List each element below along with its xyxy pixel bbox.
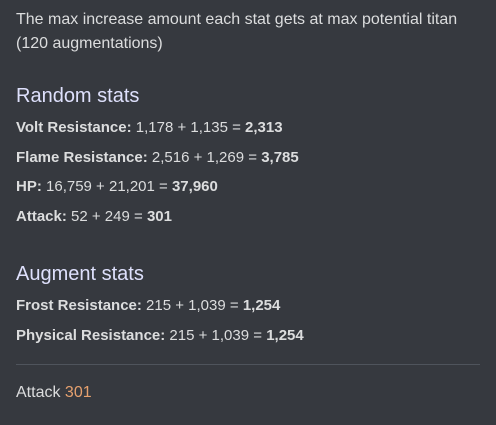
stat-label: HP: [16,178,42,195]
stat-expression: 52 + 249 = [71,207,143,225]
stat-total: 1,254 [242,297,281,314]
stat-expression: 16,759 + 21,201 = [46,178,168,195]
stat-volt-resistance: Volt Resistance: 1,178 + 1,135 = 2,313 [16,118,480,148]
random-stats-heading: Random stats [16,85,140,107]
footer-label: Attack [16,384,61,401]
augment-stats-heading: Augment stats [16,263,144,285]
stat-label: Physical Resistance: [16,326,166,344]
stat-frost-resistance: Frost Resistance: 215 + 1,039 = 1,254 [16,296,480,326]
stat-total: 3,785 [261,148,299,166]
footer-field: Attack 301 [16,383,480,403]
stat-label: Frost Resistance: [16,297,142,314]
stat-label: Attack: [16,207,67,225]
stat-label: Flame Resistance: [16,148,148,166]
random-stats-list: Volt Resistance: 1,178 + 1,135 = 2,313 F… [16,118,480,236]
footer-value: 301 [64,384,92,401]
message-content: The max increase amount each stat gets a… [16,0,480,403]
stat-attack: Attack: 52 + 249 = 301 [16,207,480,237]
stat-physical-resistance: Physical Resistance: 215 + 1,039 = 1,254 [16,326,480,356]
stat-hp: HP: 16,759 + 21,201 = 37,960 [16,177,480,207]
stat-flame-resistance: Flame Resistance: 2,516 + 1,269 = 3,785 [16,148,480,178]
stat-expression: 1,178 + 1,135 = [135,119,241,136]
stat-expression: 215 + 1,039 = [146,297,239,314]
intro-text: The max increase amount each stat gets a… [16,11,458,52]
stat-total: 2,313 [245,119,283,136]
stat-expression: 2,516 + 1,269 = [151,148,258,166]
augment-stats-list: Frost Resistance: 215 + 1,039 = 1,254 Ph… [16,296,480,355]
stat-total: 1,254 [266,326,304,344]
stat-label: Volt Resistance: [16,119,132,136]
stat-total: 37,960 [171,178,218,195]
divider [16,364,480,365]
stat-total: 301 [146,207,172,225]
stat-expression: 215 + 1,039 = [169,326,263,344]
